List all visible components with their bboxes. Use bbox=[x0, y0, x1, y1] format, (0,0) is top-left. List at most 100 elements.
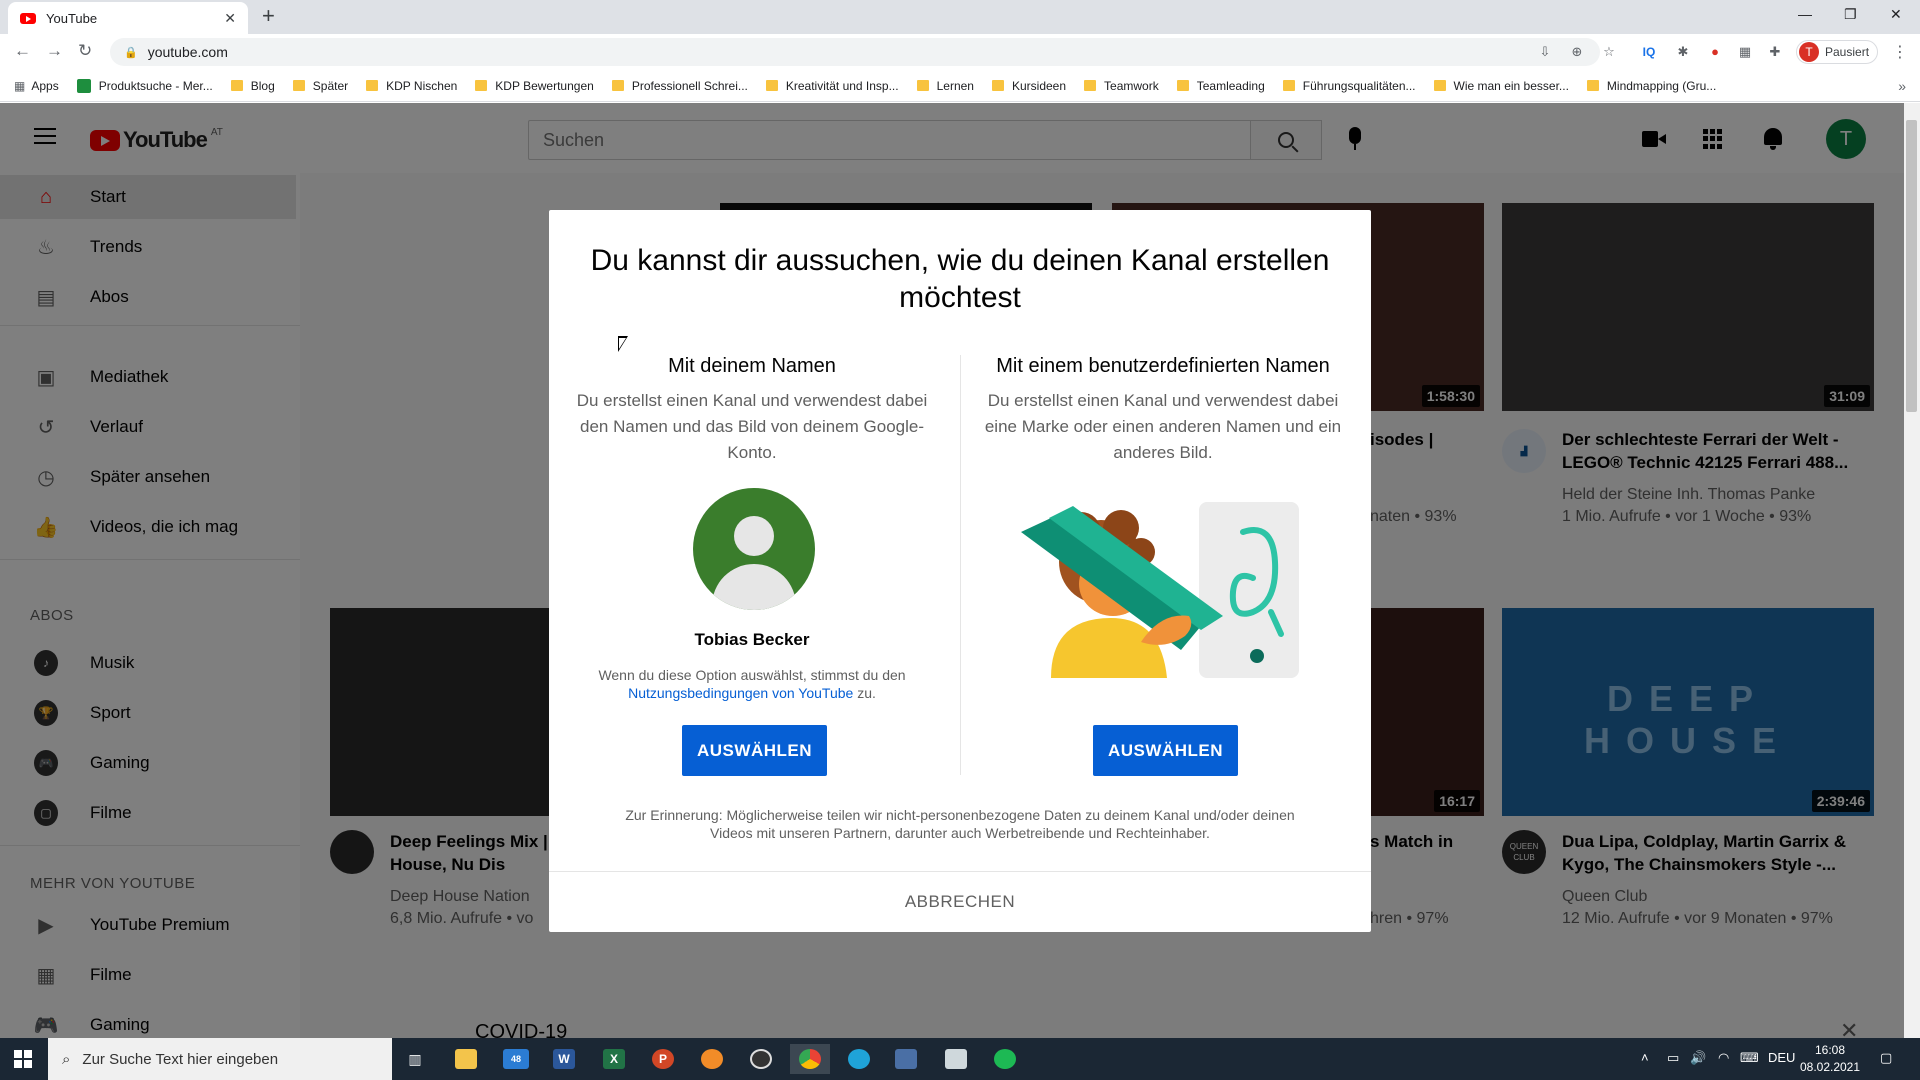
dialog-footer-divider bbox=[549, 871, 1371, 872]
extension-icon[interactable]: ✱ bbox=[1675, 44, 1691, 60]
app-window-icon[interactable] bbox=[886, 1044, 926, 1074]
windows-start-icon[interactable] bbox=[14, 1050, 32, 1068]
terms-of-service-link[interactable]: Nutzungsbedingungen von YouTube bbox=[628, 685, 853, 701]
windows-taskbar: ⌕ Zur Suche Text hier eingeben ▥ 48 W X … bbox=[0, 1038, 1920, 1080]
app-icon[interactable] bbox=[692, 1044, 732, 1074]
default-profile-avatar-icon bbox=[693, 488, 815, 610]
file-explorer-icon[interactable] bbox=[446, 1044, 486, 1074]
install-icon[interactable]: ⇩ bbox=[1537, 44, 1553, 60]
select-own-name-button[interactable]: AUSWÄHLEN bbox=[682, 725, 827, 776]
window-close-icon[interactable]: ✕ bbox=[1890, 6, 1902, 23]
reload-icon[interactable]: ↻ bbox=[78, 41, 92, 61]
bookmark-folder[interactable]: Lernen bbox=[916, 79, 974, 93]
bookmark-folder[interactable]: Kursideen bbox=[991, 79, 1066, 93]
option-heading: Mit einem benutzerdefinierten Namen bbox=[996, 355, 1330, 377]
create-channel-dialog: Du kannst dir aussuchen, wie du deinen K… bbox=[549, 210, 1371, 932]
bookmark-folder[interactable]: Blog bbox=[230, 79, 275, 93]
megaphone-illustration-icon bbox=[1021, 502, 1299, 678]
word-icon[interactable]: W bbox=[544, 1044, 584, 1074]
mail-icon[interactable]: 48 bbox=[496, 1044, 536, 1074]
puzzle-extensions-icon[interactable]: ✚ bbox=[1767, 44, 1783, 60]
privacy-reminder: Zur Erinnerung: Möglicherweise teilen wi… bbox=[625, 807, 1295, 841]
folder-icon bbox=[1282, 80, 1295, 91]
grid-extension-icon[interactable]: ▦ bbox=[1737, 44, 1753, 60]
mouse-cursor-icon bbox=[618, 336, 628, 352]
bookmark-folder[interactable]: Teamleading bbox=[1176, 79, 1265, 93]
tray-overflow-icon[interactable]: ˄ bbox=[1641, 1050, 1649, 1065]
bookmark-folder[interactable]: Kreativität und Insp... bbox=[765, 79, 899, 93]
bookmark-site-icon bbox=[76, 78, 91, 93]
option-custom-name: Mit einem benutzerdefinierten Namen Du e… bbox=[983, 355, 1343, 466]
youtube-favicon-icon bbox=[20, 12, 36, 24]
edge-icon[interactable] bbox=[839, 1044, 879, 1074]
spotify-icon[interactable] bbox=[985, 1044, 1025, 1074]
volume-icon[interactable]: 🔊 bbox=[1690, 1050, 1706, 1066]
bookmark-apps[interactable]: ▦ Apps bbox=[14, 79, 59, 93]
forward-arrow-icon[interactable]: → bbox=[46, 41, 63, 61]
sync-status: Pausiert bbox=[1825, 45, 1870, 59]
bookmark-folder[interactable]: Wie man ein besser... bbox=[1433, 79, 1569, 93]
folder-icon bbox=[1586, 80, 1599, 91]
new-tab-button[interactable]: + bbox=[262, 5, 275, 27]
dialog-title: Du kannst dir aussuchen, wie du deinen K… bbox=[590, 244, 1330, 314]
bookmark-folder[interactable]: KDP Bewertungen bbox=[475, 79, 594, 93]
terms-notice: Wenn du diese Option auswählst, stimmst … bbox=[598, 667, 906, 701]
notepad-icon[interactable] bbox=[936, 1044, 976, 1074]
profile-avatar: T bbox=[1799, 42, 1819, 62]
device-icon[interactable]: ▭ bbox=[1667, 1050, 1679, 1066]
browser-tab-strip: YouTube ✕ + — ❐ ✕ bbox=[0, 0, 1920, 34]
bookmark-folder[interactable]: KDP Nischen bbox=[366, 79, 457, 93]
bookmark-folder[interactable]: Professionell Schrei... bbox=[611, 79, 748, 93]
browser-menu-icon[interactable]: ⋮ bbox=[1892, 42, 1908, 62]
powerpoint-icon[interactable]: P bbox=[643, 1044, 683, 1074]
folder-icon bbox=[765, 80, 778, 91]
options-divider bbox=[960, 355, 961, 775]
scrollbar-thumb[interactable] bbox=[1906, 120, 1917, 412]
excel-icon[interactable]: X bbox=[594, 1044, 634, 1074]
bookmark-folder[interactable]: Teamwork bbox=[1084, 79, 1159, 93]
profile-chip[interactable]: T Pausiert bbox=[1796, 40, 1878, 64]
obs-icon[interactable] bbox=[741, 1044, 781, 1074]
close-tab-icon[interactable]: ✕ bbox=[224, 10, 236, 27]
apps-grid-icon: ▦ bbox=[14, 78, 26, 93]
wifi-icon[interactable]: ◠ bbox=[1718, 1050, 1729, 1066]
taskbar-search-field[interactable]: ⌕ Zur Suche Text hier eingeben bbox=[48, 1038, 392, 1080]
cancel-button[interactable]: ABBRECHEN bbox=[849, 876, 1071, 928]
bookmark-folder[interactable]: Führungsqualitäten... bbox=[1282, 79, 1416, 93]
lock-icon: 🔒 bbox=[124, 46, 138, 59]
notification-center-icon[interactable]: ▢ bbox=[1880, 1050, 1892, 1066]
folder-icon bbox=[1176, 80, 1189, 91]
back-arrow-icon[interactable]: ← bbox=[14, 41, 31, 61]
bookmark-produktsuche[interactable]: Produktsuche - Mer... bbox=[76, 78, 213, 93]
adblock-extension-icon[interactable]: ● bbox=[1707, 44, 1723, 60]
folder-icon bbox=[611, 80, 624, 91]
more-bookmarks-icon[interactable]: » bbox=[1898, 78, 1906, 94]
browser-toolbar: ← → ↻ 🔒 youtube.com ⇩ ⊕ ☆ IQ ✱ ● ▦ ✚ T P… bbox=[0, 34, 1920, 70]
task-view-icon[interactable]: ▥ bbox=[395, 1044, 435, 1074]
select-custom-name-button[interactable]: AUSWÄHLEN bbox=[1093, 725, 1238, 776]
browser-tab-youtube[interactable]: YouTube ✕ bbox=[8, 2, 248, 34]
folder-icon bbox=[916, 80, 929, 91]
folder-icon bbox=[475, 80, 488, 91]
search-icon: ⌕ bbox=[62, 1050, 71, 1068]
keyboard-icon[interactable]: ⌨ bbox=[1740, 1050, 1759, 1066]
chrome-icon[interactable] bbox=[790, 1044, 830, 1074]
option-heading: Mit deinem Namen bbox=[668, 355, 836, 377]
bookmark-star-icon[interactable]: ☆ bbox=[1601, 44, 1617, 60]
option-description: Du erstellst einen Kanal und verwendest … bbox=[984, 391, 1342, 462]
bookmark-folder[interactable]: Mindmapping (Gru... bbox=[1586, 79, 1716, 93]
bookmark-folder[interactable]: Später bbox=[292, 79, 348, 93]
google-account-name: Tobias Becker bbox=[694, 630, 810, 649]
folder-icon bbox=[1433, 80, 1446, 91]
folder-icon bbox=[292, 80, 305, 91]
bookmarks-bar: ▦ Apps Produktsuche - Mer... Blog Später … bbox=[0, 70, 1920, 102]
taskbar-clock[interactable]: 16:08 08.02.2021 bbox=[1790, 1042, 1870, 1076]
restore-icon[interactable]: ❐ bbox=[1844, 6, 1857, 23]
folder-icon bbox=[1084, 80, 1097, 91]
zoom-icon[interactable]: ⊕ bbox=[1569, 44, 1585, 60]
folder-icon bbox=[366, 80, 379, 91]
minimize-icon[interactable]: — bbox=[1798, 6, 1812, 22]
iq-extension-icon[interactable]: IQ bbox=[1641, 44, 1657, 60]
url-text: youtube.com bbox=[147, 44, 228, 60]
address-bar[interactable]: 🔒 youtube.com bbox=[110, 38, 1600, 66]
